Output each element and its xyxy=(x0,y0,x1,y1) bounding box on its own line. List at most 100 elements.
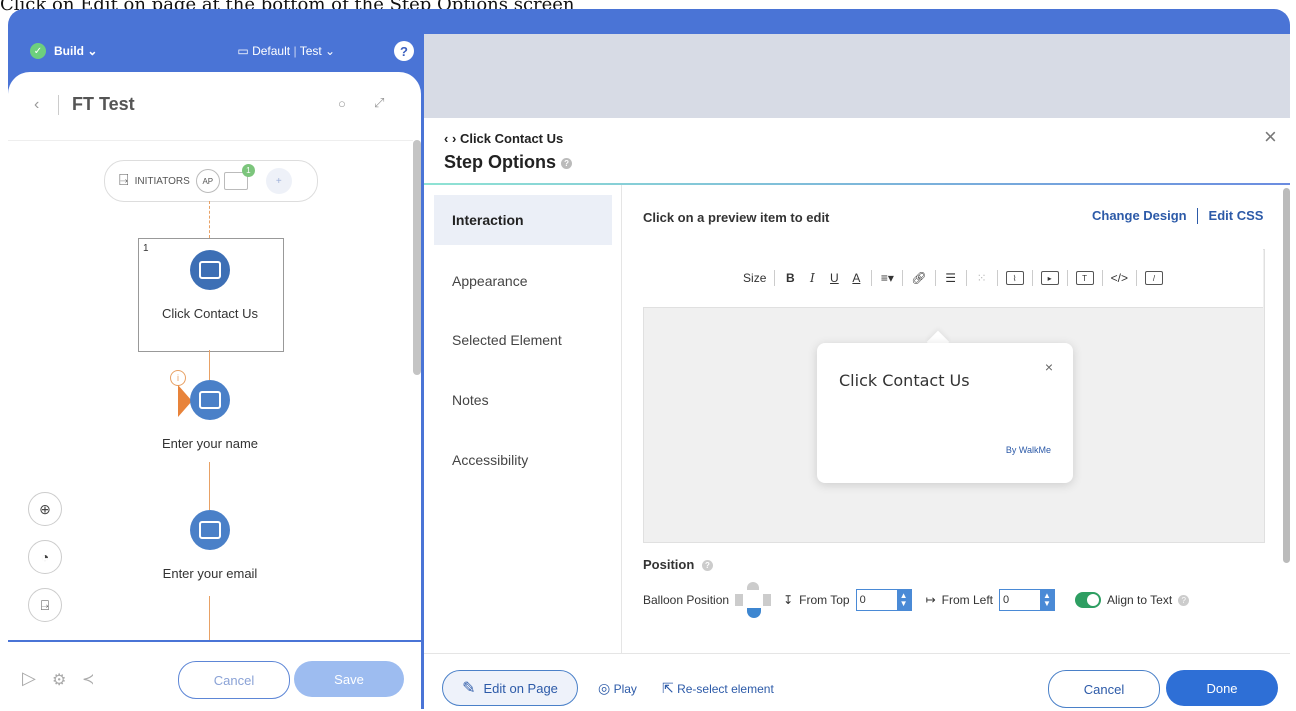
save-button[interactable]: Save xyxy=(294,661,404,697)
play-link[interactable]: ◎ Play xyxy=(598,680,637,697)
balloon-step-icon[interactable] xyxy=(190,510,230,550)
share-icon[interactable]: ≺ xyxy=(82,670,95,688)
step-number: 1 xyxy=(143,243,149,254)
image-icon[interactable]: ⌇ xyxy=(1005,271,1024,285)
list-icon[interactable]: ☰ xyxy=(944,270,958,286)
info-icon[interactable]: i xyxy=(170,370,186,386)
mode-dropdown[interactable]: Build ⌄ xyxy=(54,44,97,58)
reselect-element-link[interactable]: ⇱ Re-select element xyxy=(662,680,774,697)
align-to-text-label: Align to Text xyxy=(1107,593,1173,607)
position-controls: Balloon Position ↧ From Top 0 ▲ ▼ ↦ From L… xyxy=(643,582,1190,618)
align-icon[interactable]: ≡▾ xyxy=(880,270,894,286)
environment-selector[interactable]: ▭ Default | Test ⌄ xyxy=(237,44,335,58)
from-left-value: 0 xyxy=(1003,594,1010,606)
from-top-icon: ↧ xyxy=(783,593,794,607)
underline-icon[interactable]: U xyxy=(827,270,841,286)
done-button[interactable]: Done xyxy=(1166,670,1278,706)
title-divider xyxy=(58,95,59,115)
connector-line xyxy=(209,462,210,510)
video-icon[interactable]: ▸ xyxy=(1040,271,1059,285)
balloon-title[interactable]: Click Contact Us xyxy=(839,371,970,390)
left-header: ✓ Build ⌄ ▭ Default | Test ⌄ xyxy=(30,38,335,64)
code-icon[interactable]: </> xyxy=(1111,270,1128,286)
from-left-stepper[interactable]: 0 ▲ ▼ xyxy=(999,589,1056,611)
from-top-value: 0 xyxy=(859,594,866,606)
balloon-step-icon[interactable] xyxy=(190,380,230,420)
initiators-bar[interactable]: ⍈ INITIATORS AP 1 + xyxy=(104,160,318,202)
text-toolbar: Size B I U A ≡▾ 🔗︎ ☰ ⁙ ⌇ ▸ T </> / xyxy=(643,249,1263,308)
breadcrumb-step-name: Click Contact Us xyxy=(459,131,564,146)
position-heading: Position ? xyxy=(643,557,713,572)
balloon-position-picker-icon[interactable] xyxy=(735,582,772,618)
ap-badge[interactable]: AP xyxy=(195,169,220,193)
balloon-position-label: Balloon Position xyxy=(643,593,730,607)
back-chevron-icon[interactable]: ‹ xyxy=(34,96,39,114)
play-icon[interactable]: ▷ xyxy=(22,668,36,689)
eye-icon: ◎ xyxy=(598,680,611,696)
check-icon: ✓ xyxy=(30,43,46,59)
tab-selected-element[interactable]: Selected Element xyxy=(434,315,612,365)
next-icon[interactable]: › xyxy=(452,131,456,146)
connector-line xyxy=(209,350,210,380)
link-icon[interactable]: 🔗︎ xyxy=(911,270,926,286)
right-scrollbar[interactable] xyxy=(1283,188,1290,563)
format-painter-icon[interactable]: ⁙ xyxy=(975,270,989,286)
help-icon[interactable]: ? xyxy=(1178,594,1190,606)
edit-css-link[interactable]: Edit CSS xyxy=(1209,208,1264,223)
bold-icon[interactable]: B xyxy=(783,270,797,286)
balloon-close-icon[interactable]: × xyxy=(1045,359,1053,375)
balloon-preview[interactable]: Click Contact Us × By WalkMe xyxy=(817,343,1073,483)
from-top-label: From Top xyxy=(799,593,850,607)
cancel-button-left[interactable]: Cancel xyxy=(178,661,290,699)
trigger-icon[interactable]: 1 xyxy=(223,164,255,190)
link-divider xyxy=(1197,207,1199,224)
zoom-in-icon[interactable]: ⊕ xyxy=(28,492,62,526)
pie-chart-icon[interactable]: ◔ xyxy=(28,540,62,574)
add-initiator-button[interactable]: + xyxy=(265,168,292,194)
exit-door-icon[interactable]: ⍈ xyxy=(28,588,62,622)
expand-icon[interactable]: ⤢ xyxy=(374,95,384,111)
breadcrumb: ‹ › Click Contact Us xyxy=(444,131,563,146)
walkme-brand: By WalkMe xyxy=(1005,445,1051,455)
step-label-1: Click Contact Us xyxy=(161,306,259,321)
text-color-icon[interactable]: A xyxy=(849,270,863,286)
left-scrollbar[interactable] xyxy=(413,140,421,375)
sidebar-divider xyxy=(621,185,622,653)
footer-divider xyxy=(424,653,1290,654)
embed-icon[interactable]: / xyxy=(1144,271,1163,285)
layout-icon: ▭ xyxy=(237,44,249,58)
from-left-icon: ↦ xyxy=(925,593,936,607)
search-icon[interactable]: ○ xyxy=(338,96,346,111)
help-button[interactable]: ? xyxy=(394,41,414,61)
pencil-icon: ✎ xyxy=(462,680,476,697)
flow-title: FT Test xyxy=(72,94,135,114)
header-divider xyxy=(8,140,413,141)
connector-dashed xyxy=(209,201,211,238)
textbox-icon[interactable]: T xyxy=(1075,271,1094,285)
modal-title: Step Options ? xyxy=(444,152,573,173)
tab-interaction[interactable]: Interaction xyxy=(434,195,612,245)
prev-icon[interactable]: ‹ xyxy=(444,131,448,146)
edit-on-page-button[interactable]: ✎ Edit on Page xyxy=(442,670,578,706)
page-preview-area xyxy=(424,34,1290,118)
gear-icon[interactable]: ⚙ xyxy=(52,670,66,690)
from-top-stepper[interactable]: 0 ▲ ▼ xyxy=(855,589,912,611)
tab-appearance[interactable]: Appearance xyxy=(434,256,612,306)
change-design-link[interactable]: Change Design xyxy=(1092,208,1187,223)
size-dropdown[interactable]: Size xyxy=(743,271,766,285)
help-icon[interactable]: ? xyxy=(701,560,713,572)
tab-notes[interactable]: Notes xyxy=(434,375,612,425)
initiators-label: INITIATORS xyxy=(134,175,190,187)
cancel-button[interactable]: Cancel xyxy=(1048,670,1160,708)
align-to-text-toggle[interactable] xyxy=(1075,592,1102,608)
header-accent-line xyxy=(424,183,1290,185)
balloon-step-icon[interactable] xyxy=(190,250,230,290)
trigger-count-badge: 1 xyxy=(241,164,255,177)
step-label-2: Enter your name xyxy=(161,436,259,451)
from-left-label: From Left xyxy=(941,593,994,607)
step-label-3: Enter your email xyxy=(162,566,258,581)
italic-icon[interactable]: I xyxy=(805,270,819,286)
help-icon[interactable]: ? xyxy=(561,157,573,169)
close-modal-icon[interactable]: × xyxy=(1264,124,1277,150)
tab-accessibility[interactable]: Accessibility xyxy=(434,435,612,485)
